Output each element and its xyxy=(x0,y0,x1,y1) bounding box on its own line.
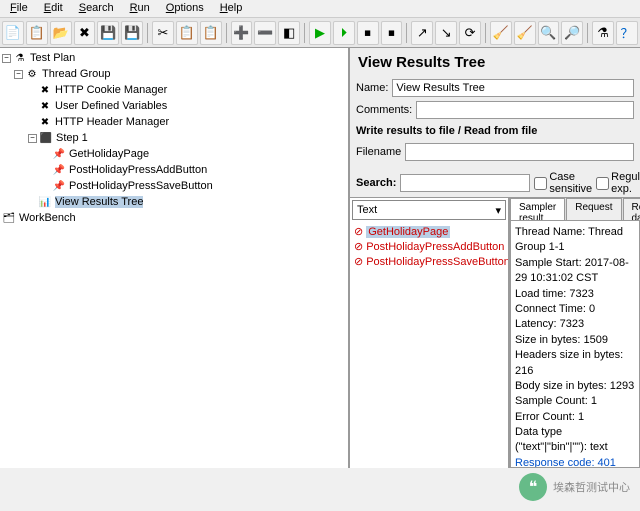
toggle-icon[interactable]: − xyxy=(28,134,37,143)
name-input[interactable] xyxy=(392,79,634,97)
result-item[interactable]: ⊘PostHolidayPressAddButton xyxy=(352,239,506,254)
tree-postadd[interactable]: PostHolidayPressAddButton xyxy=(69,164,207,176)
paste-icon[interactable]: 📋 xyxy=(200,21,222,45)
panel-title: View Results Tree xyxy=(350,48,640,77)
error-icon: ⊘ xyxy=(354,225,363,238)
listener-icon: 📊 xyxy=(38,195,52,209)
vars-icon: ✖ xyxy=(38,99,52,113)
comments-input[interactable] xyxy=(416,101,634,119)
tree-workbench[interactable]: WorkBench xyxy=(19,212,76,224)
cut-icon[interactable]: ✂ xyxy=(152,21,174,45)
tree-user-vars[interactable]: User Defined Variables xyxy=(55,100,167,112)
menu-file[interactable]: File xyxy=(2,0,36,17)
tree-step1[interactable]: Step 1 xyxy=(56,132,88,144)
regex-checkbox[interactable] xyxy=(596,177,609,190)
sampler-icon: 📌 xyxy=(52,147,66,161)
new-icon[interactable]: 📄 xyxy=(2,21,24,45)
tree-getholiday[interactable]: GetHolidayPage xyxy=(69,148,149,160)
menu-run[interactable]: Run xyxy=(122,0,158,17)
case-sensitive-checkbox[interactable] xyxy=(534,177,547,190)
tree-thread-group[interactable]: Thread Group xyxy=(42,68,110,80)
start-notimers-icon[interactable]: ⏵ xyxy=(333,21,355,45)
comments-label: Comments: xyxy=(356,104,412,116)
tree-cookie-manager[interactable]: HTTP Cookie Manager xyxy=(55,84,167,96)
tree-test-plan[interactable]: Test Plan xyxy=(30,52,75,64)
watermark: ❝ 埃森哲测试中心 xyxy=(519,473,630,501)
toggle-icon[interactable]: − xyxy=(14,70,23,79)
open-icon[interactable]: 📂 xyxy=(50,21,72,45)
sampler-result-text[interactable]: Thread Name: Thread Group 1-1Sample Star… xyxy=(510,220,640,468)
expand-icon[interactable]: ➕ xyxy=(231,21,253,45)
stop-icon[interactable]: ⏹ xyxy=(357,21,379,45)
tab-sampler-result[interactable]: Sampler result xyxy=(510,198,565,220)
cookie-icon: ✖ xyxy=(38,83,52,97)
start-icon[interactable]: ▶ xyxy=(309,21,331,45)
error-icon: ⊘ xyxy=(354,255,363,268)
menu-edit[interactable]: Edit xyxy=(36,0,71,17)
search-label: Search: xyxy=(356,177,396,189)
collapse-icon[interactable]: ➖ xyxy=(254,21,276,45)
saveas-icon[interactable]: 💾 xyxy=(121,21,143,45)
function-icon[interactable]: ⚗ xyxy=(592,21,614,45)
result-item[interactable]: ⊘PostHolidayPressSaveButton xyxy=(352,254,506,269)
tab-response-data[interactable]: Response data xyxy=(623,198,640,220)
toolbar: 📄 📋 📂 ✖ 💾 💾 ✂ 📋 📋 ➕ ➖ ◧ ▶ ⏵ ⏹ ⏹ ↗ ↘ ⟳ 🧹 … xyxy=(0,18,640,48)
copy-icon[interactable]: 📋 xyxy=(176,21,198,45)
help-icon[interactable]: ？ xyxy=(616,21,638,45)
remote-shutdown-icon[interactable]: ⟳ xyxy=(459,21,481,45)
renderer-combo[interactable]: Text▾ xyxy=(352,200,506,220)
menu-bar: File Edit Search Run Options Help xyxy=(0,0,640,18)
tree-view-results[interactable]: View Results Tree xyxy=(55,196,143,208)
remote-stop-icon[interactable]: ↘ xyxy=(435,21,457,45)
menu-search[interactable]: Search xyxy=(71,0,122,17)
wechat-icon: ❝ xyxy=(519,473,547,501)
save-icon[interactable]: 💾 xyxy=(97,21,119,45)
tree-postsave[interactable]: PostHolidayPressSaveButton xyxy=(69,180,213,192)
sampler-icon: 📌 xyxy=(52,163,66,177)
threadgroup-icon: ⚙ xyxy=(25,67,39,81)
results-list-pane: Text▾ ⊘GetHolidayPage ⊘PostHolidayPressA… xyxy=(350,198,510,468)
result-tabs: Sampler result Request Response data xyxy=(510,198,640,220)
chevron-down-icon: ▾ xyxy=(495,204,501,217)
toggle-icon[interactable]: ◧ xyxy=(278,21,300,45)
right-panel: View Results Tree Name: Comments: Write … xyxy=(350,48,640,468)
error-icon: ⊘ xyxy=(354,240,363,253)
filename-label: Filename xyxy=(356,146,401,158)
controller-icon: ⬛ xyxy=(39,131,53,145)
result-item[interactable]: ⊘GetHolidayPage xyxy=(352,224,506,239)
menu-options[interactable]: Options xyxy=(158,0,212,17)
menu-help[interactable]: Help xyxy=(212,0,251,17)
tree-header-manager[interactable]: HTTP Header Manager xyxy=(55,116,169,128)
testplan-icon: ⚗ xyxy=(13,51,27,65)
write-results-header: Write results to file / Read from file xyxy=(350,121,640,141)
test-plan-tree[interactable]: −⚗Test Plan −⚙Thread Group ✖HTTP Cookie … xyxy=(0,48,350,468)
search-input[interactable] xyxy=(400,174,530,192)
sampler-icon: 📌 xyxy=(52,179,66,193)
reset-search-icon[interactable]: 🔎 xyxy=(561,21,583,45)
close-icon[interactable]: ✖ xyxy=(74,21,96,45)
header-icon: ✖ xyxy=(38,115,52,129)
toggle-icon[interactable]: − xyxy=(2,54,11,63)
search-icon[interactable]: 🔍 xyxy=(538,21,560,45)
filename-input[interactable] xyxy=(405,143,634,161)
remote-start-icon[interactable]: ↗ xyxy=(411,21,433,45)
clearall-icon[interactable]: 🧹 xyxy=(514,21,536,45)
shutdown-icon[interactable]: ⏹ xyxy=(381,21,403,45)
name-label: Name: xyxy=(356,82,388,94)
tab-request[interactable]: Request xyxy=(566,198,621,220)
templates-icon[interactable]: 📋 xyxy=(26,21,48,45)
clear-icon[interactable]: 🧹 xyxy=(490,21,512,45)
workbench-icon: 🗂 xyxy=(2,211,16,225)
